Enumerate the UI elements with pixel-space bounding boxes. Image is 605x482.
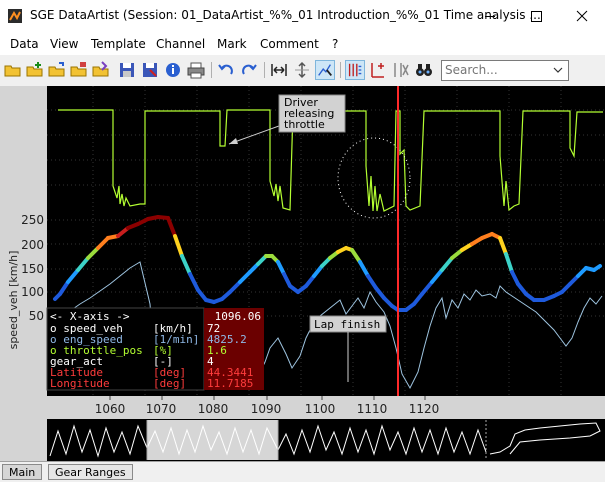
- toolbar-separator: [340, 62, 341, 78]
- x-tick-label: 1110: [357, 402, 388, 416]
- legend-channel-name[interactable]: Longitude: [50, 377, 110, 390]
- x-tick-label: 1100: [305, 402, 336, 416]
- app-icon: [8, 9, 22, 23]
- window-title: SGE DataArtist (Session: 01_DataArtist_%…: [30, 8, 541, 22]
- cursor-mode-icon[interactable]: [315, 60, 335, 80]
- save-as-icon[interactable]: [140, 60, 160, 80]
- y-tick-label: 50: [29, 309, 44, 323]
- maximize-button[interactable]: [513, 0, 559, 33]
- redo-icon[interactable]: [239, 60, 259, 80]
- menu-bar: Data View Template Channel Mark Comment …: [0, 33, 605, 55]
- overview-strip[interactable]: [47, 419, 605, 461]
- menu-mark[interactable]: Mark: [217, 37, 247, 51]
- import-folder-icon[interactable]: [91, 60, 111, 80]
- lap-annotation-text: Lap finish: [314, 318, 380, 331]
- y-tick-label: 200: [21, 238, 44, 252]
- save-icon[interactable]: [117, 60, 137, 80]
- y-tick-label: 100: [21, 285, 44, 299]
- y-axis-label: speed_veh [km/h]: [7, 251, 20, 350]
- sheet-tabs: Main Gear Ranges: [0, 461, 605, 482]
- annotation-line: throttle: [284, 118, 325, 131]
- chevron-down-icon[interactable]: [553, 65, 563, 75]
- toolbar-separator: [264, 62, 265, 78]
- minimize-button[interactable]: [467, 0, 513, 33]
- tab-main[interactable]: Main: [2, 464, 43, 480]
- y-tick-label: 150: [21, 262, 44, 276]
- menu-view[interactable]: View: [50, 37, 78, 51]
- legend-channel-value: 11.7185: [207, 377, 253, 390]
- close-button[interactable]: [559, 0, 605, 33]
- print-icon[interactable]: [186, 60, 206, 80]
- open-session-icon[interactable]: [47, 60, 67, 80]
- search-input[interactable]: [445, 62, 545, 78]
- legend-x-value: 1096.06: [215, 310, 261, 323]
- x-tick-label: 1070: [146, 402, 177, 416]
- x-tick-label: 1060: [95, 402, 126, 416]
- add-axis-icon[interactable]: [368, 60, 388, 80]
- menu-help[interactable]: ?: [332, 37, 338, 51]
- undo-icon[interactable]: [216, 60, 236, 80]
- x-tick-label: 1120: [409, 402, 440, 416]
- y-tick-label: 250: [21, 213, 44, 227]
- split-axes-icon[interactable]: [391, 60, 411, 80]
- fit-y-icon[interactable]: [292, 60, 312, 80]
- menu-template[interactable]: Template: [91, 37, 146, 51]
- fit-x-icon[interactable]: [269, 60, 289, 80]
- menu-data[interactable]: Data: [10, 37, 39, 51]
- menu-channel[interactable]: Channel: [156, 37, 205, 51]
- plot-area: speed_veh [km/h] 250 200 150 100 50 Driv…: [0, 86, 605, 461]
- title-bar: SGE DataArtist (Session: 01_DataArtist_%…: [0, 0, 605, 33]
- add-folder-icon[interactable]: [25, 60, 45, 80]
- binoculars-icon[interactable]: [414, 60, 434, 80]
- x-tick-label: 1090: [251, 402, 282, 416]
- tab-gear-ranges[interactable]: Gear Ranges: [48, 464, 133, 480]
- channel-legend: <- X-axis -> 1096.06 o speed_veh [km/h] 72…: [46, 307, 264, 391]
- menu-comment[interactable]: Comment: [260, 37, 319, 51]
- x-tick-label: 1080: [198, 402, 229, 416]
- toolbar-separator: [211, 62, 212, 78]
- stack-axes-icon[interactable]: [345, 60, 365, 80]
- info-icon[interactable]: [163, 60, 183, 80]
- legend-channel-unit: [deg]: [153, 377, 186, 390]
- search-dropdown[interactable]: [441, 60, 569, 81]
- open-template-icon[interactable]: [69, 60, 89, 80]
- open-folder-icon[interactable]: [3, 60, 23, 80]
